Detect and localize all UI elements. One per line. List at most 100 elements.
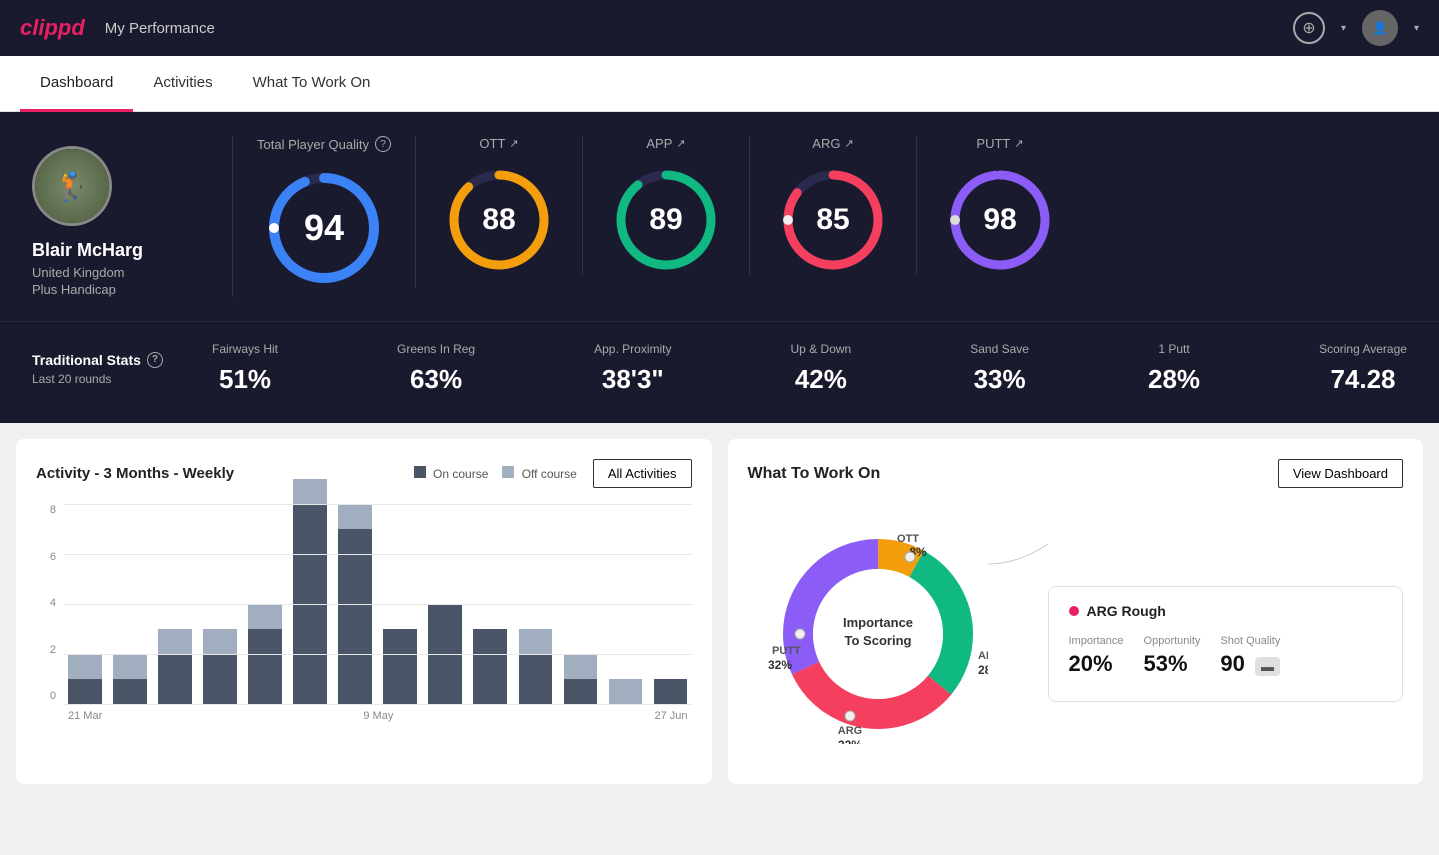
- info-card-stats: Importance 20% Opportunity 53% Shot Qual…: [1069, 635, 1383, 677]
- logo: clippd: [20, 15, 85, 41]
- on-course-legend-label: On course: [433, 467, 488, 481]
- stat-one-putt-label: 1 Putt: [1158, 342, 1189, 356]
- trad-stats-label: Traditional Stats ? Last 20 rounds: [32, 352, 212, 386]
- trad-stats-subtitle: Last 20 rounds: [32, 372, 212, 386]
- bar-off-6: [293, 479, 327, 504]
- stat-sand-save-value: 33%: [974, 364, 1026, 395]
- opportunity-label: Opportunity: [1144, 635, 1201, 647]
- x-label-may: 9 May: [363, 710, 393, 722]
- shot-quality-label: Shot Quality: [1220, 635, 1280, 647]
- ott-value: 88: [482, 203, 515, 237]
- putt-label: PUTT ↗: [976, 136, 1023, 151]
- stat-scoring-avg-label: Scoring Average: [1319, 342, 1407, 356]
- chart-title: Activity - 3 Months - Weekly: [36, 465, 234, 482]
- putt-value: 98: [983, 203, 1016, 237]
- putt-arrow-icon: ↗: [1014, 137, 1023, 150]
- stat-fairways-label: Fairways Hit: [212, 342, 278, 356]
- svg-text:PUTT: PUTT: [772, 645, 801, 657]
- player-name: Blair McHarg: [32, 240, 143, 261]
- total-quality-label: Total Player Quality ?: [257, 136, 391, 152]
- trad-stats-title: Traditional Stats ?: [32, 352, 212, 368]
- chart-header: Activity - 3 Months - Weekly On course O…: [36, 459, 692, 488]
- svg-text:32%: 32%: [768, 658, 792, 672]
- ott-ring: 88: [444, 165, 554, 275]
- stat-gir-label: Greens In Reg: [397, 342, 475, 356]
- trad-stats-grid: Fairways Hit 51% Greens In Reg 63% App. …: [212, 342, 1407, 395]
- on-course-legend-dot: [414, 466, 426, 478]
- y-label-4: 4: [36, 597, 56, 609]
- shot-quality-value: 90 ▬: [1220, 651, 1280, 677]
- svg-text:To Scoring: To Scoring: [844, 633, 911, 648]
- total-quality-value: 94: [304, 207, 344, 249]
- chart-container: 0 2 4 6 8: [36, 504, 692, 722]
- gridlines: [64, 504, 692, 704]
- ott-label: OTT ↗: [479, 136, 518, 151]
- stat-fairways-value: 51%: [219, 364, 271, 395]
- y-label-0: 0: [36, 690, 56, 702]
- dashboard-dark: 🏌️ Blair McHarg United Kingdom Plus Hand…: [0, 112, 1439, 321]
- avatar-image: 🏌️: [35, 149, 109, 223]
- header-actions: ⊕ ▾ 👤 ▾: [1293, 10, 1419, 46]
- tab-activities[interactable]: Activities: [133, 56, 232, 112]
- total-quality-ring: 94: [264, 168, 384, 288]
- stat-up-down-value: 42%: [795, 364, 847, 395]
- chart-bars-container: [64, 504, 692, 704]
- info-card-title: ARG Rough: [1069, 603, 1383, 619]
- stat-gir-value: 63%: [410, 364, 462, 395]
- add-button[interactable]: ⊕: [1293, 12, 1325, 44]
- tab-what-to-work-on[interactable]: What To Work On: [233, 56, 391, 112]
- nav-tabs: Dashboard Activities What To Work On: [0, 56, 1439, 112]
- stat-app-prox: App. Proximity 38'3": [594, 342, 671, 395]
- x-labels: 21 Mar 9 May 27 Jun: [64, 710, 692, 722]
- app-arrow-icon: ↗: [676, 137, 685, 150]
- app-ring: 89: [611, 165, 721, 275]
- trad-stats-info-icon[interactable]: ?: [147, 352, 163, 368]
- svg-text:32%: 32%: [837, 738, 861, 744]
- total-quality: Total Player Quality ? 94: [257, 136, 416, 288]
- bottom-panels: Activity - 3 Months - Weekly On course O…: [0, 423, 1439, 800]
- off-course-legend-label: Off course: [522, 467, 577, 481]
- arg-label: ARG ↗: [812, 136, 853, 151]
- stat-one-putt-value: 28%: [1148, 364, 1200, 395]
- traditional-stats: Traditional Stats ? Last 20 rounds Fairw…: [0, 321, 1439, 423]
- total-quality-info-icon[interactable]: ?: [375, 136, 391, 152]
- header-title: My Performance: [105, 20, 1293, 37]
- activity-chart-panel: Activity - 3 Months - Weekly On course O…: [16, 439, 712, 784]
- svg-text:APP: APP: [978, 650, 988, 662]
- svg-text:OTT: OTT: [897, 533, 919, 545]
- importance-value: 20%: [1069, 651, 1124, 677]
- all-activities-button[interactable]: All Activities: [593, 459, 692, 488]
- opportunity-stat: Opportunity 53%: [1144, 635, 1201, 677]
- header: clippd My Performance ⊕ ▾ 👤 ▾: [0, 0, 1439, 56]
- app-label: APP ↗: [646, 136, 685, 151]
- scores-section: Total Player Quality ? 94 OTT ↗: [232, 136, 1407, 297]
- off-course-legend-dot: [502, 466, 514, 478]
- stat-up-down: Up & Down 42%: [791, 342, 852, 395]
- view-dashboard-button[interactable]: View Dashboard: [1278, 459, 1403, 488]
- ott-arrow-icon: ↗: [509, 137, 518, 150]
- chart-legend: On course Off course: [414, 466, 577, 481]
- stat-gir: Greens In Reg 63%: [397, 342, 475, 395]
- user-avatar[interactable]: 👤: [1362, 10, 1398, 46]
- shot-quality-badge: ▬: [1255, 657, 1280, 676]
- tab-dashboard[interactable]: Dashboard: [20, 56, 133, 112]
- what-to-work-on-panel: What To Work On View Dashboard: [728, 439, 1424, 784]
- wtwo-title: What To Work On: [748, 465, 881, 483]
- svg-text:Importance: Importance: [842, 615, 912, 630]
- importance-label: Importance: [1069, 635, 1124, 647]
- sub-score-ott: OTT ↗ 88: [416, 136, 583, 275]
- opportunity-value: 53%: [1144, 651, 1201, 677]
- add-chevron: ▾: [1341, 23, 1346, 34]
- arg-value: 85: [816, 203, 849, 237]
- chart-inner: 21 Mar 9 May 27 Jun: [64, 504, 692, 722]
- stat-app-prox-label: App. Proximity: [594, 342, 671, 356]
- sub-scores: OTT ↗ 88 APP ↗: [416, 136, 1083, 275]
- stat-app-prox-value: 38'3": [602, 364, 664, 395]
- player-handicap: Plus Handicap: [32, 282, 116, 297]
- player-avatar: 🏌️: [32, 146, 112, 226]
- player-country: United Kingdom: [32, 265, 125, 280]
- stat-scoring-avg-value: 74.28: [1330, 364, 1395, 395]
- donut-chart: Importance To Scoring OTT 8% APP 28% ARG…: [748, 504, 1028, 764]
- stat-one-putt: 1 Putt 28%: [1148, 342, 1200, 395]
- svg-text:ARG: ARG: [837, 725, 861, 737]
